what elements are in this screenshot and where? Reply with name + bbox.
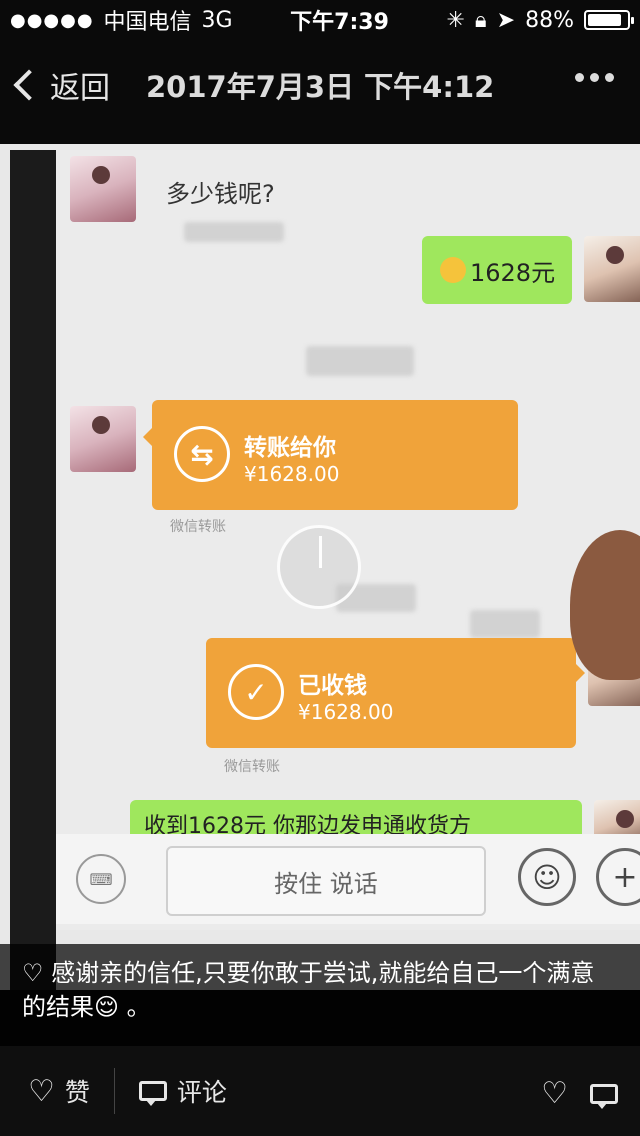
transfer-amount: ¥1628.00 [244,462,340,486]
bubble-tail [143,428,152,446]
transfer-card: ⇆ 转账给你 ¥1628.00 [152,400,518,510]
activity-icon: ✳ [446,7,465,33]
divider [113,1068,115,1114]
comment-icon [138,1081,167,1106]
back-label: 返回 [50,71,110,106]
transfer-icon: ⇆ [174,426,230,482]
lock-rotation-icon: 🔒︎ [474,7,487,33]
smile-emoji-icon [440,257,466,283]
hand-in-photo [570,530,640,680]
blurred-timestamp [306,346,414,376]
transfer-title: 转账给你 [244,435,336,461]
avatar [584,236,640,302]
received-amount: ¥1628.00 [298,700,394,724]
more-dot-icon [590,73,599,82]
nav-bar: 返回 2017年7月3日 下午4:12 [0,40,640,130]
play-spinner-icon[interactable] [277,525,361,609]
page-title: 2017年7月3日 下午4:12 [146,70,495,104]
moment-photo[interactable]: 多少钱呢? 1628元 ⇆ 转账给你 ¥1628.00 微信转账 ✓ 已收钱 ¥ [0,144,640,990]
emoji-icon: ☺ [518,848,576,906]
battery-fill [587,14,622,26]
moments-photo-viewer: ●●●●● 中国电信 3G 下午7:39 ✳ 🔒︎ ➤ 88% 返回 2017年… [0,0,640,1136]
comment-icon[interactable] [590,1083,618,1109]
back-chevron-icon [13,69,45,101]
more-dot-icon [575,73,584,82]
keyboard-icon: ⌨ [76,854,126,904]
avatar [70,156,136,222]
right-actions: ♡ [541,1076,618,1111]
received-caption: 微信转账 [224,759,280,775]
post-caption: ♡ 感谢亲的信任,只要你敢于尝试,就能给自己一个满意的结果😌 。 [0,944,640,1046]
carrier-name: 中国电信 [103,10,192,35]
status-time: 下午7:39 [290,10,389,35]
heart-icon[interactable]: ♡ [541,1076,568,1111]
back-button[interactable]: 返回 [0,63,110,107]
network-type: 3G [201,7,233,33]
comment-label: 评论 [176,1078,227,1107]
received-title: 已收钱 [298,673,367,699]
chat-input-bar: ⌨ 按住 说话 ☺ + [56,834,640,924]
blurred-text [184,222,284,242]
more-dot-icon [605,73,614,82]
hold-to-talk: 按住 说话 [166,846,486,916]
incoming-message: 多少钱呢? [166,180,275,208]
comment-button[interactable]: 评论 [138,1073,227,1109]
bubble-tail [576,664,585,682]
battery-icon [583,10,634,30]
status-bar: ●●●●● 中国电信 3G 下午7:39 ✳ 🔒︎ ➤ 88% [0,0,640,40]
phone-bezel [10,150,56,990]
battery-percent: 88% [525,7,574,33]
outgoing-amount: 1628元 [470,258,556,287]
avatar [70,406,136,472]
status-right: ✳ 🔒︎ ➤ 88% [446,7,634,33]
signal-strength-icon: ●●●●● [10,9,94,31]
transfer-caption: 微信转账 [170,519,226,535]
status-left: ●●●●● 中国电信 3G [10,4,233,36]
received-card: ✓ 已收钱 ¥1628.00 [206,638,576,748]
blurred-element [470,610,540,638]
check-icon: ✓ [228,664,284,720]
like-button[interactable]: ♡ 赞 [28,1073,90,1109]
plus-icon: + [596,848,640,906]
like-label: 赞 [64,1078,90,1107]
outgoing-bubble: 1628元 [422,236,572,304]
more-button[interactable] [575,73,614,82]
action-bar: ♡ 赞 评论 ♡ [0,1046,640,1136]
location-arrow-icon: ➤ [496,7,516,33]
heart-icon: ♡ [28,1073,55,1109]
